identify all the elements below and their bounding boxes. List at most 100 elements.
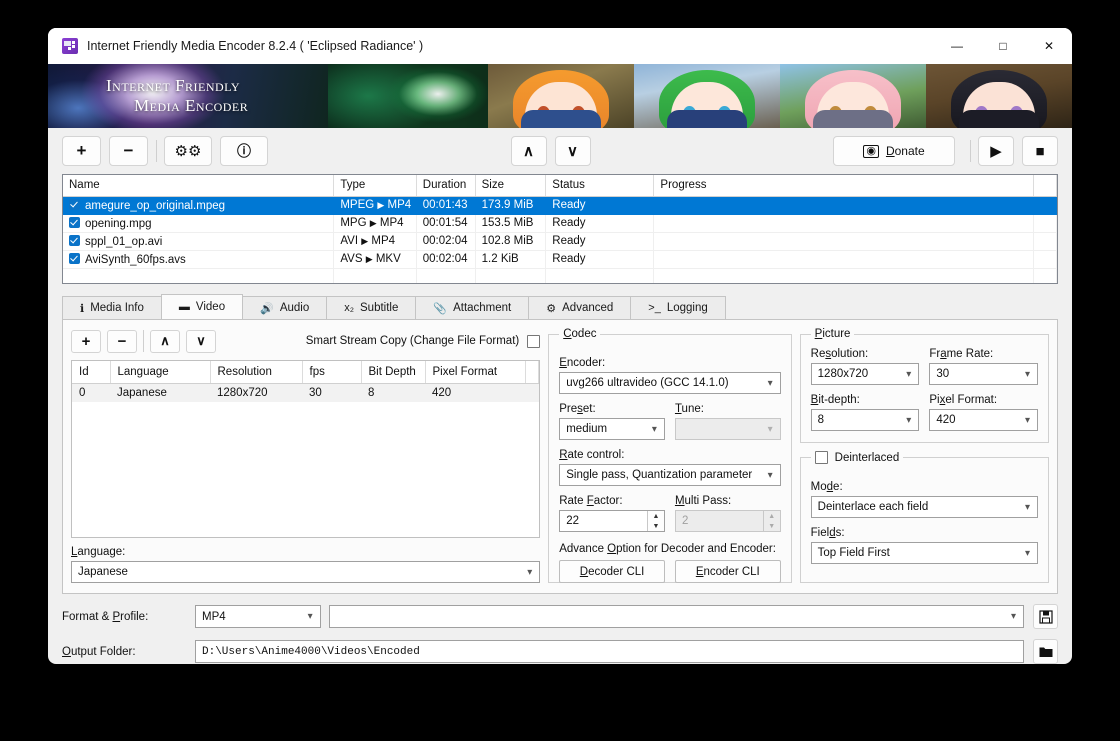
file-checkbox[interactable] (69, 234, 80, 246)
stop-encode-button[interactable]: ■ (1022, 136, 1058, 166)
close-icon[interactable]: ✕ (1026, 28, 1072, 64)
format-select[interactable]: MP4 ▾ (195, 605, 321, 628)
track-column-resolution[interactable]: Resolution (210, 361, 303, 384)
column-header-size[interactable]: Size (475, 175, 547, 197)
resolution-field: Resolution: 1280x720 ▾ (810, 348, 920, 385)
track-move-up-button[interactable]: ∧ (150, 329, 180, 353)
spin-down-icon[interactable]: ▼ (648, 521, 664, 531)
tab-video[interactable]: ▬ Video (160, 294, 244, 319)
spin-up-icon[interactable]: ▲ (648, 511, 664, 521)
track-cell-pixel-format: 420 (425, 383, 525, 402)
move-up-button[interactable]: ∧ (510, 136, 547, 166)
file-name-cell: AviSynth_60fps.avs (63, 250, 335, 269)
remove-track-button[interactable]: − (107, 329, 137, 353)
file-duration-cell: 00:02:04 (416, 250, 476, 269)
table-row[interactable]: opening.mpg MPG ▶ MP4 00:01:54 153.5 MiB Rea… (63, 214, 1057, 233)
rate-factor-stepper[interactable]: 22 ▲ ▼ (559, 510, 665, 532)
deinterlace-fields-select[interactable]: Top Field First ▾ (810, 542, 1038, 564)
video-tab-panel: + − ∧ ∨ Smart Stream Copy (Change File F… (62, 319, 1058, 594)
file-duration-cell: 00:02:04 (416, 232, 476, 251)
add-file-button[interactable]: + (62, 136, 101, 166)
track-column-id[interactable]: Id (72, 361, 111, 384)
column-header-duration[interactable]: Duration (416, 175, 476, 197)
track-column-fps[interactable]: fps (302, 361, 362, 384)
info-button[interactable]: ⓘ (220, 136, 268, 166)
column-header-progress[interactable]: Progress (653, 175, 1035, 197)
remove-file-button[interactable]: − (109, 136, 148, 166)
multi-pass-stepper[interactable]: 2 ▲ ▼ (674, 510, 781, 532)
column-header-type[interactable]: Type (333, 175, 417, 197)
bit-depth-select[interactable]: 8 ▾ (810, 409, 920, 431)
tab-media-info[interactable]: ℹ Media Info (62, 296, 162, 319)
format-value: MP4 (202, 610, 226, 623)
track-move-down-button[interactable]: ∨ (186, 329, 216, 353)
deinterlace-mode-select[interactable]: Deinterlace each field ▾ (810, 496, 1038, 518)
track-cell-resolution: 1280x720 (210, 383, 302, 402)
banner-character-2 (634, 64, 780, 128)
smart-stream-copy-checkbox[interactable] (527, 334, 541, 348)
console-icon: >_ (648, 302, 661, 314)
file-checkbox[interactable] (69, 252, 80, 264)
spin-up-icon[interactable]: ▲ (764, 511, 780, 521)
track-column-pixel-format[interactable]: Pixel Format (425, 361, 526, 384)
track-row[interactable]: 0 Japanese 1280x720 30 8 420 (72, 383, 539, 402)
column-header-status[interactable]: Status (545, 175, 655, 197)
track-cell-id: 0 (72, 383, 110, 402)
type-from: MPG (340, 217, 367, 229)
save-profile-button[interactable] (1033, 604, 1058, 629)
tab-attachment[interactable]: 📎 Attachment (415, 296, 530, 319)
move-down-button[interactable]: ∨ (554, 136, 591, 166)
table-row[interactable]: AviSynth_60fps.avs AVS ▶ MKV 00:02:04 1.2 K… (63, 250, 1057, 269)
add-track-button[interactable]: + (71, 329, 101, 353)
track-language-select[interactable]: Japanese ▾ (71, 561, 541, 583)
start-encode-button[interactable]: ▶ (978, 136, 1014, 166)
output-folder-row: Output Folder: D:\Users\Anime4000\Videos… (62, 639, 1058, 664)
output-folder-input[interactable]: D:\Users\Anime4000\Videos\Encoded (195, 640, 1024, 663)
donate-button[interactable]: ◉ DDonateonate (833, 136, 955, 166)
donate-label: DDonateonate (885, 144, 925, 158)
file-name-cell: opening.mpg (63, 214, 335, 233)
tab-logging[interactable]: >_ Logging (630, 296, 726, 319)
file-list[interactable]: Name Type Duration Size Status Progress … (62, 174, 1058, 284)
file-checkbox[interactable] (69, 216, 80, 228)
profile-select[interactable]: ▾ (328, 605, 1024, 628)
minimize-icon[interactable]: — (934, 28, 980, 64)
spin-down-icon[interactable]: ▼ (764, 521, 780, 531)
tune-select[interactable]: ▾ (674, 418, 781, 440)
track-table-header-row: Id Language Resolution fps Bit Depth Pix… (72, 361, 540, 384)
speaker-icon: 🔊 (260, 302, 274, 315)
tab-audio[interactable]: 🔊 Audio (242, 296, 328, 319)
banner-character-3 (780, 64, 926, 128)
tab-subtitle[interactable]: x₂ Subtitle (326, 296, 417, 319)
rate-control-select[interactable]: Single pass, Quantization parameter ▾ (559, 464, 781, 486)
toolbar-separator-1 (156, 140, 157, 162)
table-row[interactable]: sppl_01_op.avi AVI ▶ MP4 00:02:04 102.8 MiB… (63, 232, 1057, 251)
type-to: MKV (375, 253, 401, 265)
type-from: AVI (340, 235, 359, 247)
decoder-cli-button[interactable]: Decoder CLI (559, 560, 665, 583)
table-row[interactable]: amegure_op_original.mpeg MPEG ▶ MP4 00:01:… (63, 196, 1057, 215)
advance-option-label: Advance Option for Decoder and Encoder: (559, 543, 776, 555)
file-checkbox[interactable] (69, 198, 80, 210)
track-column-spacer (525, 361, 540, 384)
encoder-cli-button[interactable]: Encoder CLI (674, 560, 781, 583)
encoder-select[interactable]: uvg266 ultravideo (GCC 14.1.0) ▾ (559, 372, 781, 394)
file-duration-cell: 00:01:43 (416, 196, 476, 215)
chevron-down-icon: ▾ (767, 469, 773, 481)
pixel-format-select[interactable]: 420 ▾ (929, 409, 1038, 431)
track-column-bit-depth[interactable]: Bit Depth (361, 361, 426, 384)
column-header-name[interactable]: Name (63, 175, 335, 197)
browse-folder-button[interactable] (1033, 639, 1058, 664)
maximize-icon[interactable]: □ (980, 28, 1026, 64)
track-table-wrap[interactable]: Id Language Resolution fps Bit Depth Pix… (71, 360, 541, 538)
track-column-language[interactable]: Language (110, 361, 211, 384)
frame-rate-select[interactable]: 30 ▾ (929, 363, 1038, 385)
settings-button[interactable]: ⚙⚙ (164, 136, 212, 166)
deinterlaced-checkbox[interactable] (814, 451, 828, 464)
preset-select[interactable]: medium ▾ (559, 418, 665, 440)
codec-group: Codec Encoder: uvg266 ultravideo (GCC 14… (548, 328, 792, 583)
deinterlaced-label: Deinterlaced (834, 451, 900, 464)
resolution-select[interactable]: 1280x720 ▾ (810, 363, 920, 385)
tab-advanced[interactable]: ⚙ Advanced (528, 296, 632, 319)
rate-factor-label: Rate Factor: (559, 495, 623, 507)
